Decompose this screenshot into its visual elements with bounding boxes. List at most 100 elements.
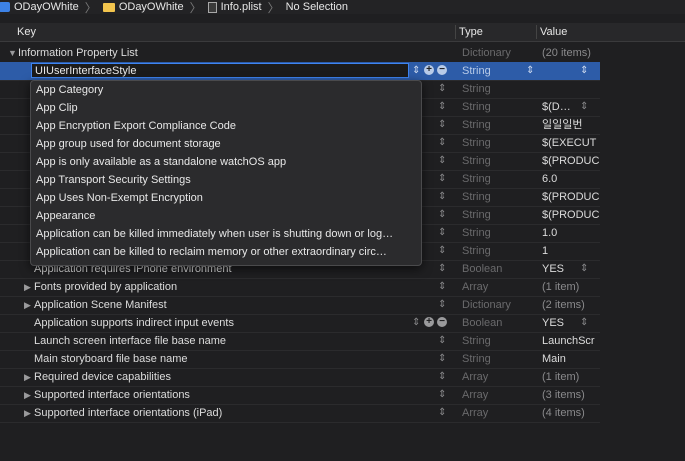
key-edit-text: UIUserInterfaceStyle bbox=[35, 65, 137, 77]
value-popup-icon[interactable]: ⇕ bbox=[580, 314, 588, 332]
disclosure-closed-icon[interactable]: ▶ bbox=[24, 404, 31, 422]
disclosure-closed-icon[interactable]: ▶ bbox=[24, 386, 31, 404]
add-row-icon[interactable]: + bbox=[424, 317, 434, 327]
breadcrumb: ODayOWhite 〉 ODayOWhite 〉 Info.plist 〉 N… bbox=[0, 0, 685, 15]
popup-item[interactable]: Application can be killed immediately wh… bbox=[31, 225, 421, 243]
column-divider[interactable] bbox=[455, 25, 456, 39]
breadcrumb-folder[interactable]: ODayOWhite bbox=[102, 1, 184, 13]
remove-row-icon[interactable]: − bbox=[437, 317, 447, 327]
row-type: String bbox=[462, 137, 491, 149]
remove-row-icon[interactable]: − bbox=[437, 65, 447, 75]
table-row[interactable]: ▶ Supported interface orientations (iPad)… bbox=[0, 404, 600, 423]
column-divider[interactable] bbox=[536, 25, 537, 39]
row-type: Array bbox=[462, 407, 489, 419]
popup-item[interactable]: App Uses Non-Exempt Encryption bbox=[31, 189, 421, 207]
up-down-icon[interactable]: ⇕ bbox=[438, 386, 446, 404]
row-type: Dictionary bbox=[462, 299, 511, 311]
popup-item[interactable]: App group used for document storage bbox=[31, 135, 421, 153]
up-down-icon[interactable]: ⇕ bbox=[438, 242, 446, 260]
table-row[interactable]: Main storyboard file base name ⇕ String Mai… bbox=[0, 350, 600, 369]
project-icon bbox=[0, 2, 10, 12]
up-down-icon[interactable]: ⇕ bbox=[438, 206, 446, 224]
value-column-header[interactable]: Value bbox=[540, 26, 567, 38]
value-popup-icon[interactable]: ⇕ bbox=[580, 260, 588, 278]
up-down-icon[interactable]: ⇕ bbox=[438, 170, 446, 188]
disclosure-closed-icon[interactable]: ▶ bbox=[24, 296, 31, 314]
row-type: String bbox=[462, 155, 491, 167]
popup-item[interactable]: App Category bbox=[31, 81, 421, 99]
row-type: Array bbox=[462, 281, 489, 293]
row-value[interactable]: 6.0 bbox=[542, 170, 600, 188]
up-down-icon[interactable]: ⇕ bbox=[412, 62, 420, 80]
table-row[interactable]: ▶ Application Scene Manifest ⇕ Dictionary (2… bbox=[0, 296, 600, 315]
disclosure-closed-icon[interactable]: ▶ bbox=[24, 278, 31, 296]
breadcrumb-selection[interactable]: No Selection bbox=[286, 1, 348, 13]
row-key: Fonts provided by application bbox=[34, 281, 178, 293]
row-value[interactable]: YES bbox=[542, 314, 600, 332]
up-down-icon[interactable]: ⇕ bbox=[438, 188, 446, 206]
up-down-icon[interactable]: ⇕ bbox=[412, 314, 420, 332]
table-row[interactable]: ▶ Supported interface orientations ⇕ Array (… bbox=[0, 386, 600, 405]
row-value[interactable]: $(D… bbox=[542, 98, 600, 116]
disclosure-open-icon[interactable]: ▼ bbox=[8, 44, 17, 62]
chevron-right-icon: 〉 bbox=[84, 0, 97, 15]
up-down-icon[interactable]: ⇕ bbox=[438, 332, 446, 350]
up-down-icon[interactable]: ⇕ bbox=[438, 296, 446, 314]
up-down-icon[interactable]: ⇕ bbox=[438, 260, 446, 278]
row-type: Array bbox=[462, 389, 489, 401]
up-down-icon[interactable]: ⇕ bbox=[438, 278, 446, 296]
popup-item[interactable]: App Clip bbox=[31, 99, 421, 117]
row-value[interactable]: LaunchScr bbox=[542, 332, 600, 350]
row-type: Boolean bbox=[462, 263, 503, 275]
row-value[interactable]: 일일일번 bbox=[542, 116, 600, 134]
up-down-icon[interactable]: ⇕ bbox=[438, 368, 446, 386]
up-down-icon[interactable]: ⇕ bbox=[438, 134, 446, 152]
table-row[interactable]: Application supports indirect input even… bbox=[0, 314, 600, 333]
value-popup-icon[interactable]: ⇕ bbox=[580, 98, 588, 116]
key-column-header[interactable]: Key bbox=[17, 26, 36, 38]
up-down-icon[interactable]: ⇕ bbox=[438, 404, 446, 422]
popup-item[interactable]: Application can be killed to reclaim mem… bbox=[31, 243, 421, 261]
row-value: (1 item) bbox=[542, 281, 580, 293]
up-down-icon[interactable]: ⇕ bbox=[438, 116, 446, 134]
row-value[interactable]: 1 bbox=[542, 242, 600, 260]
table-row-root[interactable]: ▼ Information Property List Dictionary (… bbox=[0, 44, 600, 63]
up-down-icon[interactable]: ⇕ bbox=[438, 98, 446, 116]
type-popup-icon[interactable]: ⇕ bbox=[526, 62, 534, 80]
row-value[interactable]: YES bbox=[542, 260, 600, 278]
row-value[interactable]: $(EXECUT bbox=[542, 134, 600, 152]
key-edit-field[interactable]: UIUserInterfaceStyle bbox=[31, 63, 409, 78]
plist-file-icon bbox=[207, 1, 217, 13]
chevron-right-icon: 〉 bbox=[189, 0, 202, 15]
row-value[interactable]: $(PRODUC bbox=[542, 152, 600, 170]
row-value[interactable]: $(PRODUC bbox=[542, 206, 600, 224]
row-key: Main storyboard file base name bbox=[34, 353, 188, 365]
row-type: Dictionary bbox=[462, 47, 511, 59]
up-down-icon[interactable]: ⇕ bbox=[438, 80, 446, 98]
up-down-icon[interactable]: ⇕ bbox=[438, 152, 446, 170]
popup-item[interactable]: Appearance bbox=[31, 207, 421, 225]
breadcrumb-file[interactable]: Info.plist bbox=[207, 1, 262, 13]
row-value: (4 items) bbox=[542, 407, 585, 419]
row-value[interactable]: $(PRODUC bbox=[542, 188, 600, 206]
row-key: Supported interface orientations (iPad) bbox=[34, 407, 223, 419]
row-key: Application supports indirect input even… bbox=[34, 317, 234, 329]
row-value[interactable]: Main bbox=[542, 350, 600, 368]
disclosure-closed-icon[interactable]: ▶ bbox=[24, 368, 31, 386]
table-row-editing[interactable]: UIUserInterfaceStyle ⇕ + − String ⇕ ⇕ bbox=[0, 62, 600, 81]
value-popup-icon[interactable]: ⇕ bbox=[580, 62, 588, 80]
add-row-icon[interactable]: + bbox=[424, 65, 434, 75]
table-row[interactable]: ▶ Fonts provided by application ⇕ Array (1 i… bbox=[0, 278, 600, 297]
popup-item[interactable]: App Transport Security Settings bbox=[31, 171, 421, 189]
popup-item[interactable]: App Encryption Export Compliance Code bbox=[31, 117, 421, 135]
table-row[interactable]: ▶ Required device capabilities ⇕ Array (1 it… bbox=[0, 368, 600, 387]
type-column-header[interactable]: Type bbox=[459, 26, 483, 38]
breadcrumb-file-label: Info.plist bbox=[220, 1, 262, 13]
table-row[interactable]: Launch screen interface file base name ⇕ S… bbox=[0, 332, 600, 351]
up-down-icon[interactable]: ⇕ bbox=[438, 224, 446, 242]
breadcrumb-project[interactable]: ODayOWhite bbox=[0, 1, 79, 13]
up-down-icon[interactable]: ⇕ bbox=[438, 350, 446, 368]
row-type: Array bbox=[462, 371, 489, 383]
popup-item[interactable]: App is only available as a standalone wa… bbox=[31, 153, 421, 171]
row-value[interactable]: 1.0 bbox=[542, 224, 600, 242]
